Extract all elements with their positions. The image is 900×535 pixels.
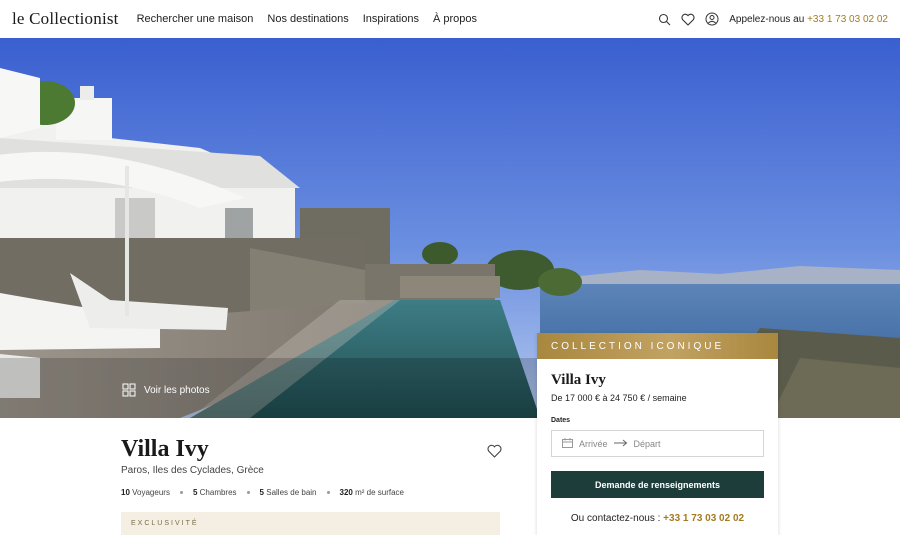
arrival-field[interactable]: Arrivée: [579, 439, 608, 449]
stat-guests: 10 Voyageurs: [121, 488, 170, 497]
top-navigation: le Collectionist Rechercher une maison N…: [0, 0, 900, 38]
inquiry-button[interactable]: Demande de renseignements: [551, 471, 764, 498]
favorite-heart-icon[interactable]: [487, 444, 502, 463]
calendar-icon: [562, 437, 573, 450]
booking-title: Villa Ivy: [551, 372, 606, 388]
nav-link-about[interactable]: À propos: [433, 13, 477, 25]
stat-bathrooms: 5 Salles de bain: [259, 488, 317, 497]
contact-label: Ou contactez-nous :: [570, 513, 661, 524]
heart-icon[interactable]: [681, 12, 695, 26]
departure-field[interactable]: Départ: [634, 439, 661, 449]
site-logo[interactable]: le Collectionist: [12, 9, 119, 29]
contact-line: Ou contactez-nous : +33 1 73 03 02 02: [537, 513, 778, 524]
view-photos-label: Voir les photos: [144, 384, 210, 396]
listing-location: Paros, Iles des Cyclades, Grèce: [121, 465, 264, 476]
view-photos-button[interactable]: Voir les photos: [122, 383, 210, 397]
nav-link-destinations[interactable]: Nos destinations: [267, 13, 348, 25]
arrow-right-icon: [613, 439, 628, 449]
dates-label: Dates: [551, 417, 571, 424]
exclusivity-banner: EXCLUSIVITÉ: [121, 512, 500, 535]
booking-card: COLLECTION ICONIQUE Villa Ivy De 17 000 …: [537, 333, 778, 535]
call-us[interactable]: Appelez-nous au +33 1 73 03 02 02: [729, 14, 888, 25]
grid-icon: [122, 383, 136, 397]
stat-surface: 320 m² de surface: [339, 488, 405, 497]
user-icon[interactable]: [705, 12, 719, 26]
separator-dot: [179, 491, 183, 494]
listing-title: Villa Ivy: [121, 436, 209, 462]
card-phone-number[interactable]: +33 1 73 03 02 02: [663, 513, 744, 524]
nav-link-search-house[interactable]: Rechercher une maison: [137, 13, 254, 25]
date-picker[interactable]: Arrivée Départ: [551, 430, 764, 457]
stat-bedrooms: 5 Chambres: [192, 488, 237, 497]
nav-link-inspirations[interactable]: Inspirations: [363, 13, 419, 25]
nav-links: Rechercher une maison Nos destinations I…: [137, 13, 477, 25]
price-range: De 17 000 € à 24 750 € / semaine: [551, 393, 687, 403]
call-label: Appelez-nous au: [729, 13, 805, 25]
separator-dot: [246, 491, 250, 494]
nav-phone-number[interactable]: +33 1 73 03 02 02: [807, 14, 888, 25]
listing-stats: 10 Voyageurs 5 Chambres 5 Salles de bain…: [121, 488, 404, 497]
nav-actions: Appelez-nous au +33 1 73 03 02 02: [657, 12, 888, 26]
search-icon[interactable]: [657, 12, 671, 26]
collection-band: COLLECTION ICONIQUE: [537, 333, 778, 359]
separator-dot: [326, 491, 330, 494]
